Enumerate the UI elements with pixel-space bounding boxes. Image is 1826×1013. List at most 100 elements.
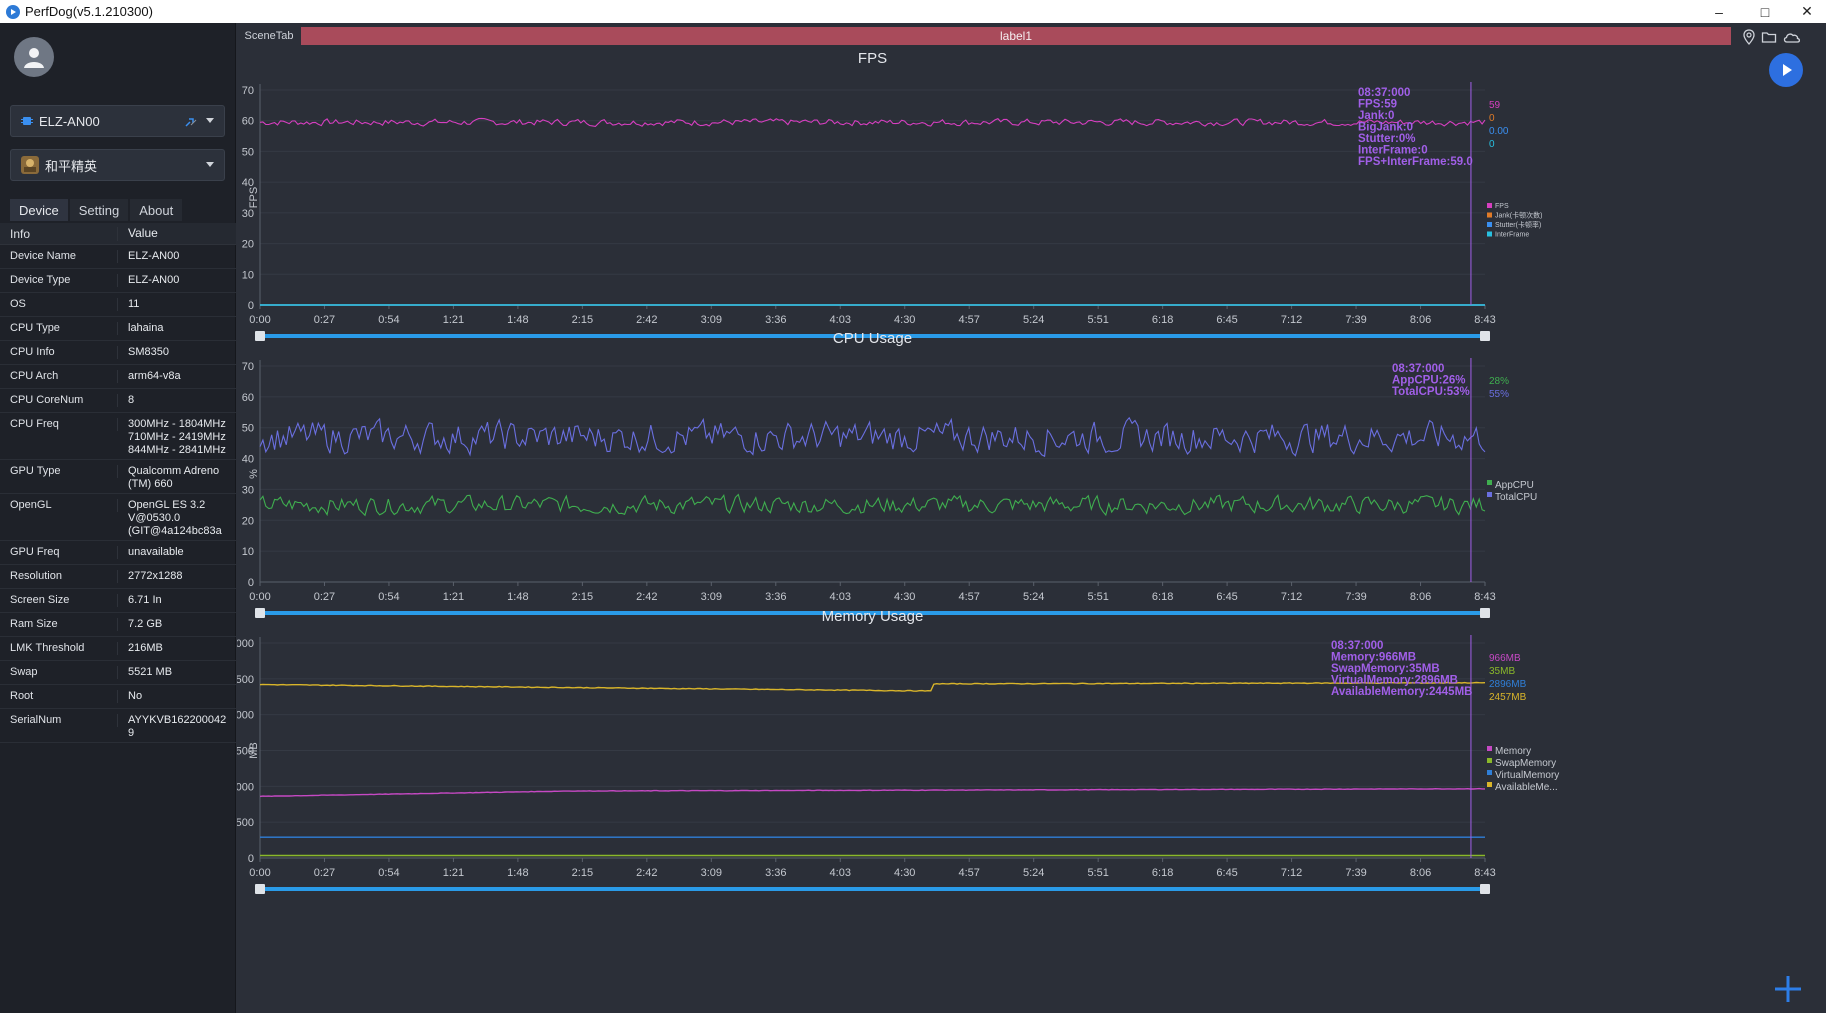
info-value: 6.71 In [128, 594, 162, 606]
tab-device[interactable]: Device [10, 199, 68, 221]
table-row: Ram Size 7.2 GB [0, 613, 236, 637]
info-value: 11 [128, 298, 140, 310]
y-tick-label: 50 [242, 423, 254, 435]
app-selector-value: 和平精英 [45, 158, 98, 174]
current-value-label: 2457MB [1489, 692, 1527, 703]
chart-panel-2: Memory UsageMB05001,0001,5002,0002,5003,… [237, 608, 1559, 894]
folder-icon[interactable] [1761, 29, 1777, 45]
legend-entry: Jank(卡顿次数) [1495, 211, 1542, 220]
series-line-totalcpu [259, 416, 1486, 458]
table-row: OS 11 [0, 293, 236, 317]
y-tick-label: 20 [242, 515, 254, 527]
legend-swatch [1487, 758, 1492, 763]
app-selector[interactable]: 和平精英 [10, 149, 225, 181]
x-tick-label: 7:39 [1345, 314, 1366, 326]
info-value: ELZ-AN00 [128, 274, 180, 286]
table-row: GPU Type Qualcomm Adreno (TM) 660 [0, 460, 236, 494]
x-tick-label: 5:24 [1023, 314, 1044, 326]
chart-title: Memory Usage [822, 608, 924, 625]
add-chart-button[interactable] [1773, 974, 1803, 1004]
info-value: 2772x1288 [128, 570, 183, 582]
current-value-label: 0 [1489, 113, 1495, 124]
x-tick-label: 6:45 [1216, 591, 1237, 603]
y-tick-label: 500 [237, 817, 254, 829]
plus-icon [1775, 976, 1801, 1002]
info-value: ELZ-AN00 [128, 250, 180, 262]
y-tick-label: 30 [242, 208, 254, 220]
x-tick-label: 7:12 [1281, 867, 1302, 879]
series-line-memory [259, 787, 1485, 798]
cursor-annotation-line: BigJank:0 [1358, 122, 1413, 134]
legend-entry: VirtualMemory [1495, 770, 1559, 781]
x-tick-label: 0:54 [378, 314, 399, 326]
link-icon[interactable] [184, 116, 198, 128]
legend-swatch [1487, 212, 1492, 218]
close-button[interactable]: ✕ [1784, 0, 1826, 23]
x-tick-label: 3:36 [765, 591, 786, 603]
x-tick-label: 7:12 [1281, 314, 1302, 326]
legend-swatch [1487, 203, 1492, 208]
x-tick-label: 3:09 [701, 591, 722, 603]
current-value-label: 2896MB [1489, 679, 1527, 690]
title-bar: PerfDog(v5.1.210300) – □ ✕ [0, 0, 1826, 23]
info-value: lahaina [128, 322, 164, 334]
current-value-label: 0 [1489, 139, 1495, 150]
x-tick-label: 3:09 [701, 867, 722, 879]
minimize-button[interactable]: – [1696, 0, 1742, 23]
x-tick-label: 8:43 [1474, 591, 1495, 603]
legend-swatch [1487, 231, 1492, 237]
avatar[interactable] [14, 36, 54, 77]
slider-handle-left [255, 331, 265, 341]
device-selector-value: ELZ-AN00 [39, 113, 100, 129]
scene-label-bar[interactable]: label1 [301, 27, 1731, 45]
slider-handle-right [1480, 884, 1490, 894]
slider-handle-left [255, 884, 265, 894]
y-tick-label: 70 [242, 85, 254, 97]
window-title: PerfDog(v5.1.210300) [25, 4, 153, 19]
info-value: arm64-v8a [128, 370, 181, 382]
x-tick-label: 4:57 [958, 314, 979, 326]
table-row: OpenGL OpenGL ES 3.2 V@0530.0 (GIT@4a124b… [0, 494, 236, 541]
location-pin-icon[interactable] [1741, 29, 1757, 45]
cursor-annotation-line: FPS+InterFrame:59.0 [1358, 156, 1473, 168]
table-row: Device Name ELZ-AN00 [0, 245, 236, 269]
play-button[interactable] [1769, 53, 1803, 87]
legend-entry: AppCPU [1495, 480, 1534, 491]
tab-setting[interactable]: Setting [69, 199, 129, 221]
cloud-icon[interactable] [1782, 29, 1802, 45]
info-key: Device Name [0, 250, 118, 263]
x-tick-label: 0:54 [378, 591, 399, 603]
info-value: 300MHz - 1804MHz 710MHz - 2419MHz 844MHz… [128, 418, 226, 456]
legend-entry: SwapMemory [1495, 758, 1556, 769]
slider-handle-left [255, 608, 265, 618]
info-key: CPU CoreNum [0, 394, 118, 407]
tab-about[interactable]: About [130, 199, 183, 221]
cursor-annotation-line: Memory:966MB [1331, 652, 1416, 664]
info-key: Screen Size [0, 594, 118, 607]
x-tick-label: 7:12 [1281, 591, 1302, 603]
info-value: AYYKVB162200042 9 [128, 714, 227, 739]
charts-area: FPS FPS 0 10 20 30 40 50 60 70 0:00 0:27 0:54 1:21 1:4… [237, 50, 1559, 894]
profile-area [0, 23, 235, 90]
maximize-button[interactable]: □ [1742, 0, 1788, 23]
current-value-label: 59 [1489, 100, 1501, 111]
series-line-appcpu [259, 493, 1486, 517]
series-line-fps [259, 117, 1486, 127]
y-axis-label: FPS [248, 187, 260, 208]
device-selector[interactable]: ELZ-AN00 [10, 105, 225, 137]
info-value: unavailable [128, 546, 184, 558]
x-tick-label: 8:43 [1474, 867, 1495, 879]
cursor-annotation-line: AvailableMemory:2445MB [1331, 686, 1472, 698]
cursor-annotation-line: 08:37:000 [1331, 640, 1383, 652]
x-tick-label: 1:21 [443, 591, 464, 603]
sidebar-tabs: Device Setting About [10, 199, 184, 221]
info-key: CPU Info [0, 346, 118, 359]
info-key: Device Type [0, 274, 118, 287]
x-tick-label: 8:06 [1410, 867, 1431, 879]
scene-tab[interactable]: SceneTab [237, 27, 301, 45]
x-tick-label: 1:21 [443, 867, 464, 879]
main-panel: SceneTab label1 FPS FPS 0 10 20 30 40 50 60 70 0:0… [237, 23, 1826, 1013]
legend-entry: AvailableMe... [1495, 782, 1558, 793]
cursor-annotation-line: Jank:0 [1358, 110, 1394, 122]
info-value: No [128, 690, 143, 702]
